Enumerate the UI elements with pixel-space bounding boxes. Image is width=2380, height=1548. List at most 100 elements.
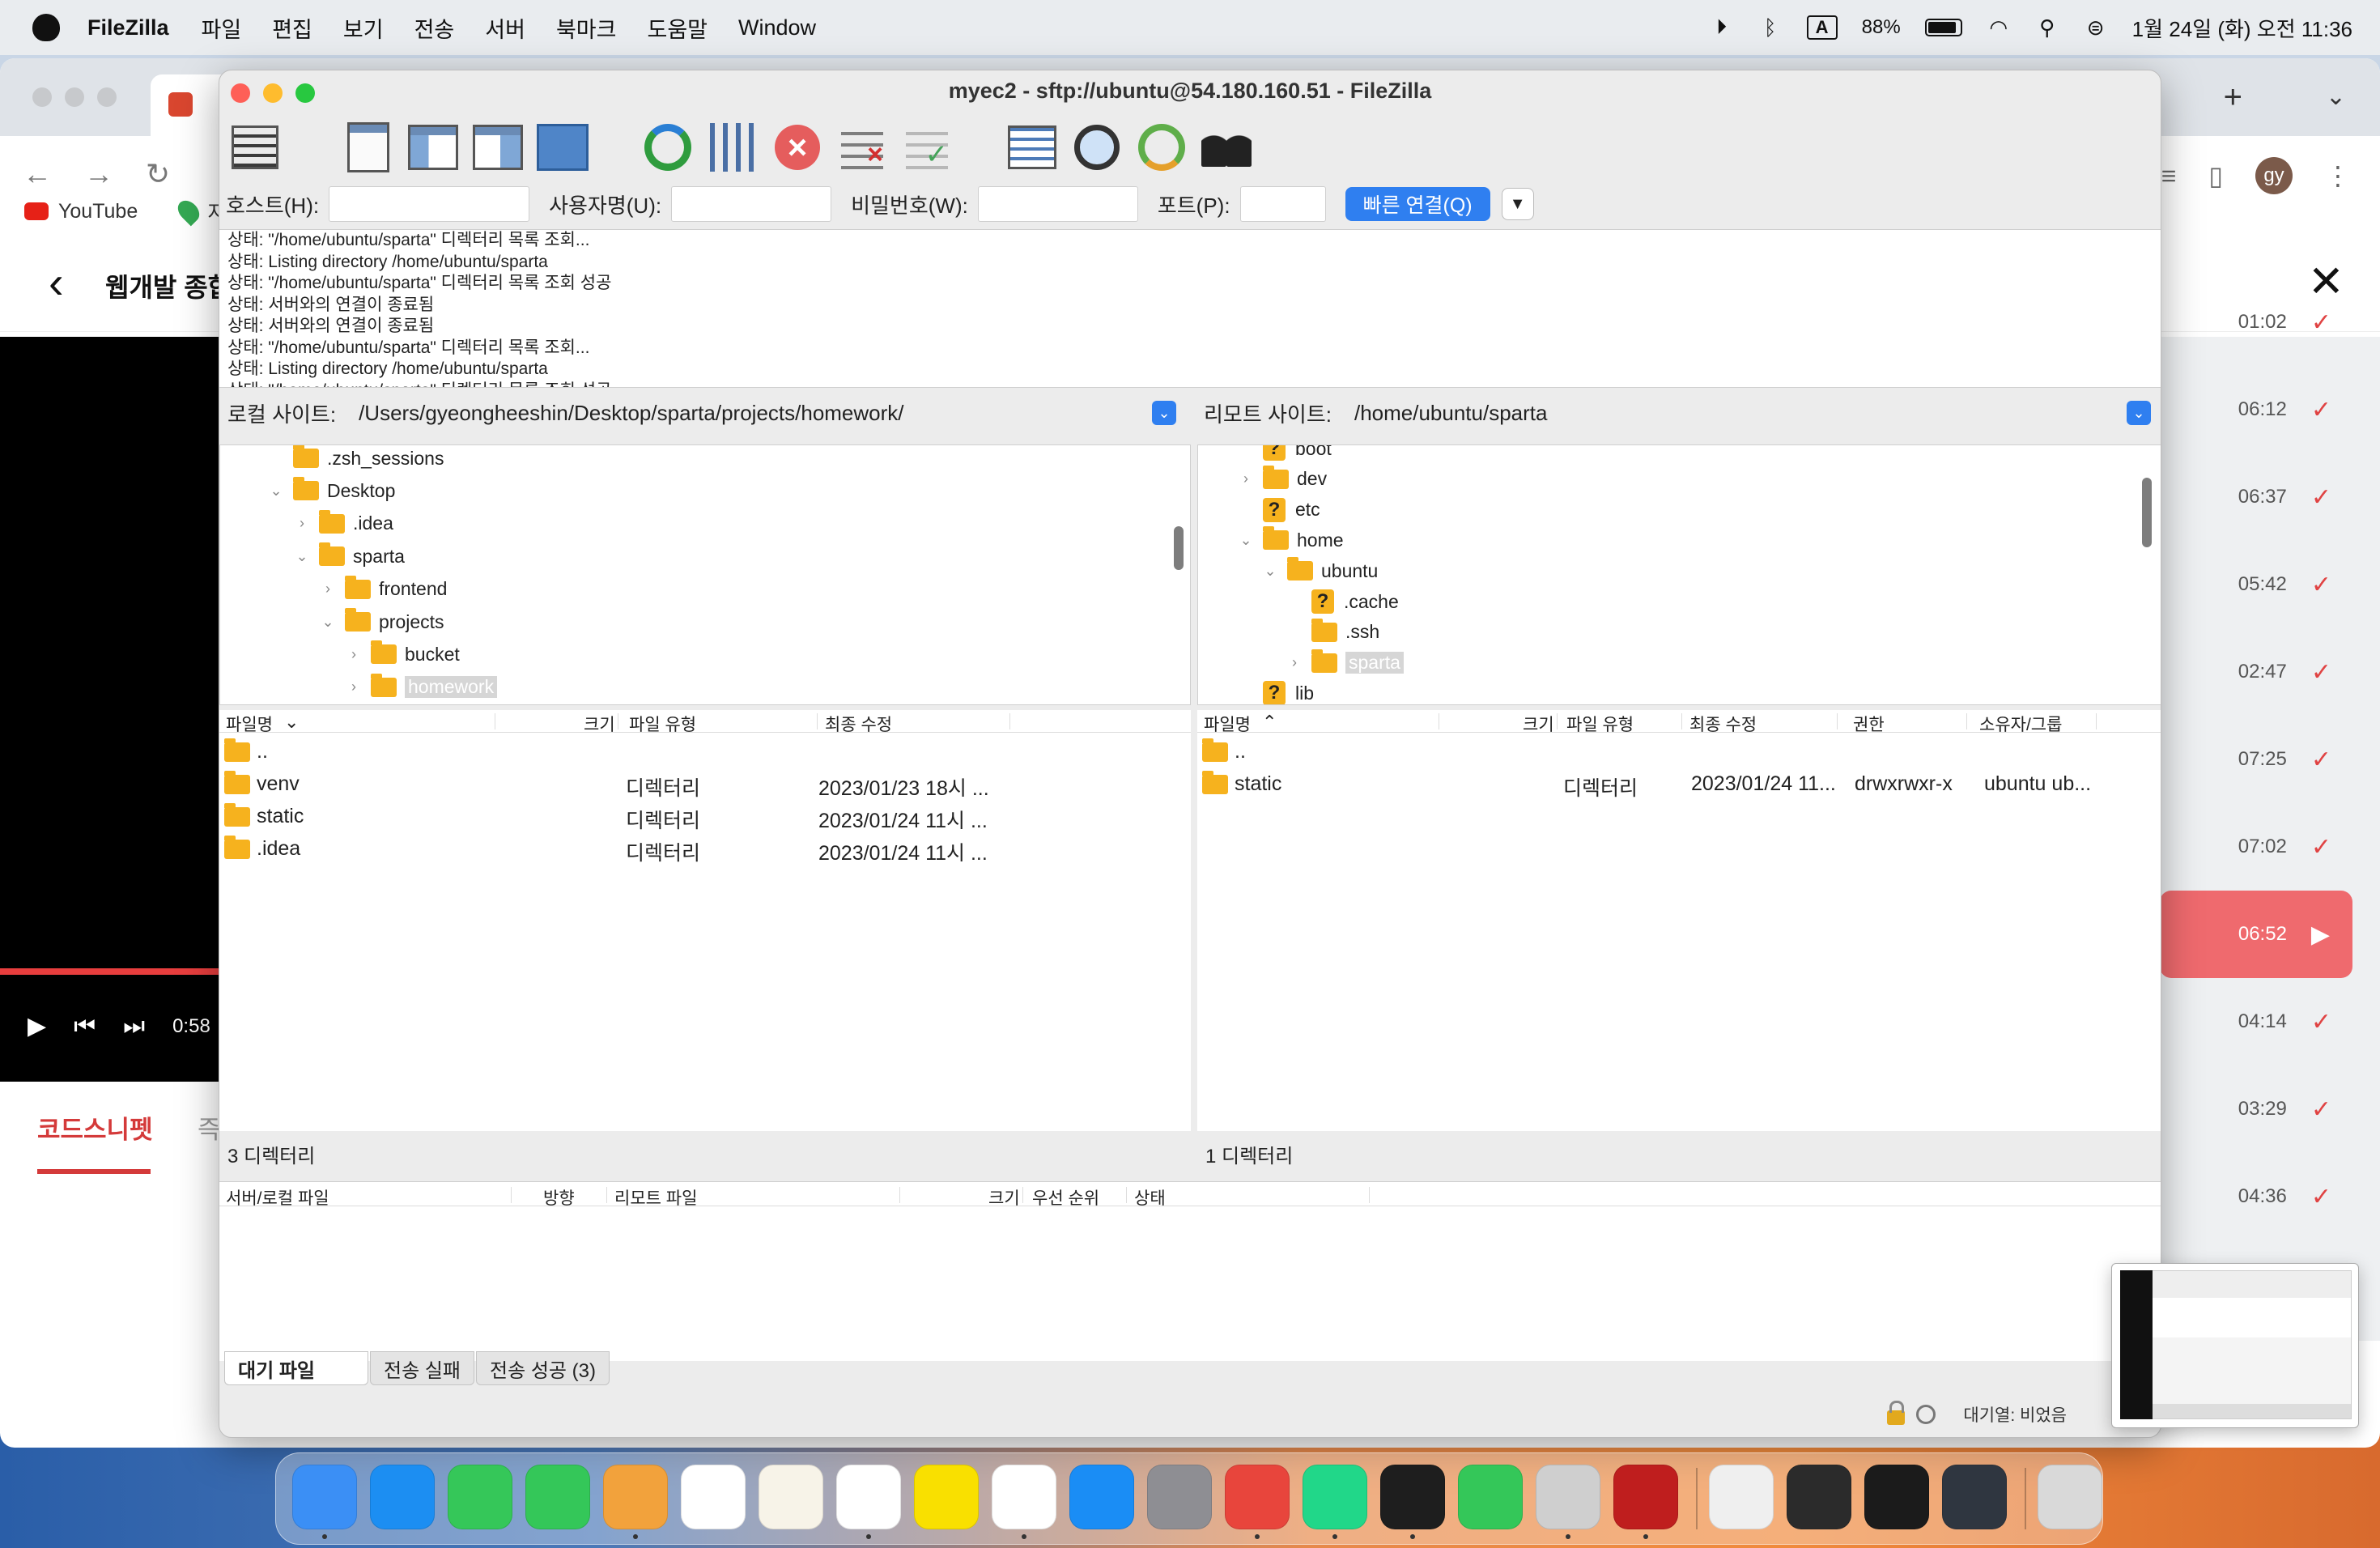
remote-col-type[interactable]: 파일 유형	[1566, 712, 1634, 736]
lesson-item[interactable]: 07:02 ✓	[2160, 803, 2354, 891]
tree-item[interactable]: › homework	[345, 673, 498, 702]
remote-col-name[interactable]: 파일명	[1204, 712, 1251, 736]
lesson-item[interactable]: 06:37 ✓	[2160, 453, 2354, 541]
profile-avatar[interactable]: gy	[2255, 157, 2293, 194]
tree-item[interactable]: .zsh_sessions	[267, 445, 444, 473]
chevron-right-icon[interactable]: ›	[293, 515, 311, 532]
chevron-down-icon[interactable]: ⌄	[267, 483, 285, 500]
lesson-item[interactable]: 03:29 ✓	[2160, 1065, 2354, 1153]
menu-view[interactable]: 보기	[343, 12, 384, 44]
apple-icon[interactable]	[32, 14, 60, 41]
ssh-client-icon[interactable]	[1536, 1465, 1600, 1529]
username-input[interactable]	[671, 186, 832, 222]
chevron-down-icon[interactable]: ⌄	[293, 548, 311, 565]
battery-icon[interactable]	[1924, 19, 1962, 36]
reconnect-icon[interactable]: ✓	[899, 121, 954, 174]
menubar-clock[interactable]: 1월 24일 (화) 오전 11:36	[2132, 13, 2352, 43]
input-source-icon[interactable]: A	[1806, 15, 1838, 40]
tree-item[interactable]: .ssh	[1286, 618, 1379, 647]
remote-path-dropdown-icon[interactable]: ⌄	[2127, 401, 2151, 425]
search-files-icon[interactable]	[1069, 121, 1124, 174]
host-input[interactable]	[329, 186, 530, 222]
tree-item[interactable]: ⌄ ubuntu	[1261, 556, 1378, 585]
remote-tree-icon[interactable]	[470, 121, 525, 174]
bluetooth-icon[interactable]: ᛒ	[1758, 15, 1783, 40]
tree-item[interactable]: ? lib	[1237, 678, 1314, 704]
pycharm-icon[interactable]	[1303, 1465, 1367, 1529]
remote-col-modified[interactable]: 최종 수정	[1689, 712, 1757, 736]
next-icon[interactable]: ⏭	[123, 1013, 145, 1040]
lesson-item[interactable]: 05:42 ✓	[2160, 541, 2354, 628]
local-col-type[interactable]: 파일 유형	[629, 712, 696, 736]
app-store-icon[interactable]	[1069, 1465, 1134, 1529]
slack-icon[interactable]	[836, 1465, 901, 1529]
terminal-icon[interactable]	[1380, 1465, 1445, 1529]
queue-col-remote[interactable]: 리모트 파일	[614, 1185, 697, 1210]
play-icon[interactable]: ▶	[28, 1012, 46, 1040]
quickconnect-button[interactable]: 빠른 연결(Q)	[1345, 187, 1490, 221]
chevron-down-icon[interactable]: ⌄	[319, 614, 337, 631]
tree-item[interactable]: ⌄ projects	[319, 607, 444, 636]
queue-col-status[interactable]: 상태	[1134, 1185, 1166, 1210]
recent-window-icon[interactable]	[1787, 1465, 1851, 1529]
transfer-queue[interactable]: 서버/로컬 파일 방향 리모트 파일 크기 우선 순위 상태	[219, 1181, 2161, 1361]
filter-icon[interactable]	[705, 121, 760, 174]
table-row[interactable]: static 디렉터리 2023/01/24 11... drwxrwxr-x ubun…	[1197, 767, 2161, 800]
messages-icon[interactable]	[448, 1465, 512, 1529]
tree-item[interactable]: › .idea	[293, 509, 393, 538]
local-tree-scrollbar[interactable]	[1174, 526, 1184, 570]
lesson-item[interactable]: 04:14 ✓	[2160, 978, 2354, 1065]
menu-transfer[interactable]: 전송	[414, 12, 455, 44]
control-center-icon[interactable]: ⊜	[2084, 15, 2108, 40]
message-log[interactable]: 상태: "/home/ubuntu/sparta" 디렉터리 목록 조회... 상…	[219, 229, 2161, 388]
play-icon[interactable]: ⏵	[1710, 15, 1734, 40]
tree-item[interactable]: › dev	[1237, 465, 1327, 494]
directory-listing-icon[interactable]	[1005, 121, 1060, 174]
system-settings-icon[interactable]	[1147, 1465, 1212, 1529]
calendar-icon[interactable]	[681, 1465, 746, 1529]
menu-help[interactable]: 도움말	[648, 12, 708, 44]
lock-icon[interactable]	[1887, 1401, 1906, 1425]
video-player[interactable]: ▶ ⏮ ⏭ 0:58	[0, 337, 219, 1082]
sort-down-icon[interactable]: ⌄	[284, 712, 299, 733]
wifi-icon[interactable]: ◠	[1987, 15, 2011, 40]
password-input[interactable]	[977, 186, 1138, 222]
menu-edit[interactable]: 편집	[272, 12, 312, 44]
message-log-icon[interactable]	[341, 121, 396, 174]
safari-icon[interactable]	[370, 1465, 435, 1529]
more-menu-icon[interactable]: ⋮	[2325, 160, 2351, 191]
tree-item[interactable]: ⌄ sparta	[293, 542, 405, 571]
find-my-icon[interactable]	[525, 1465, 590, 1529]
bookmark-youtube[interactable]: YouTube	[58, 200, 138, 223]
local-path-field[interactable]: /Users/gyeongheeshin/Desktop/sparta/proj…	[349, 398, 1152, 428]
quickconnect-history-dropdown-icon[interactable]: ▼	[1501, 188, 1534, 220]
tree-item[interactable]: ⌄ home	[1237, 525, 1344, 555]
tree-item[interactable]: › bucket	[345, 640, 460, 669]
recent-window-icon[interactable]	[1709, 1465, 1774, 1529]
tree-item[interactable]: ? .cache	[1286, 587, 1399, 616]
media-queue-icon[interactable]: ≡	[2161, 161, 2177, 191]
remote-directory-tree[interactable]: ? boot › dev? etc ⌄ home ⌄ ubuntu? .cache .ssh › spa…	[1197, 444, 2161, 705]
remote-tree-scrollbar[interactable]	[2142, 478, 2152, 547]
queue-col-priority[interactable]: 우선 순위	[1032, 1185, 1099, 1210]
chevron-down-icon[interactable]: ⌄	[1237, 532, 1255, 549]
menu-server[interactable]: 서버	[485, 12, 525, 44]
table-row[interactable]: ..	[1197, 734, 2161, 767]
notes-icon[interactable]	[759, 1465, 823, 1529]
lesson-item[interactable]: 06:12 ✓	[2160, 366, 2354, 453]
tab-failed-transfers[interactable]: 전송 실패	[370, 1351, 474, 1385]
lesson-item[interactable]: 06:52 ▶	[2160, 891, 2352, 978]
transfer-queue-icon[interactable]	[535, 121, 590, 174]
recent-window-icon[interactable]	[1942, 1465, 2007, 1529]
queue-col-size[interactable]: 크기	[988, 1185, 1020, 1210]
remote-path-field[interactable]: /home/ubuntu/sparta	[1345, 398, 2127, 428]
reload-icon[interactable]: ↻	[146, 157, 170, 191]
recent-window-icon[interactable]	[1864, 1465, 1929, 1529]
local-directory-tree[interactable]: .zsh_sessions ⌄ Desktop › .idea ⌄ sparta › front…	[219, 444, 1191, 705]
chevron-down-icon[interactable]: ⌄	[1261, 563, 1279, 580]
tab-code-snippet[interactable]: 코드스니펫	[37, 1109, 153, 1146]
chevron-right-icon[interactable]: ›	[319, 580, 337, 598]
remote-col-size[interactable]: 크기	[1523, 712, 1554, 736]
sort-up-icon[interactable]: ⌃	[1262, 712, 1277, 733]
back-arrow-icon[interactable]: ←	[23, 157, 52, 191]
